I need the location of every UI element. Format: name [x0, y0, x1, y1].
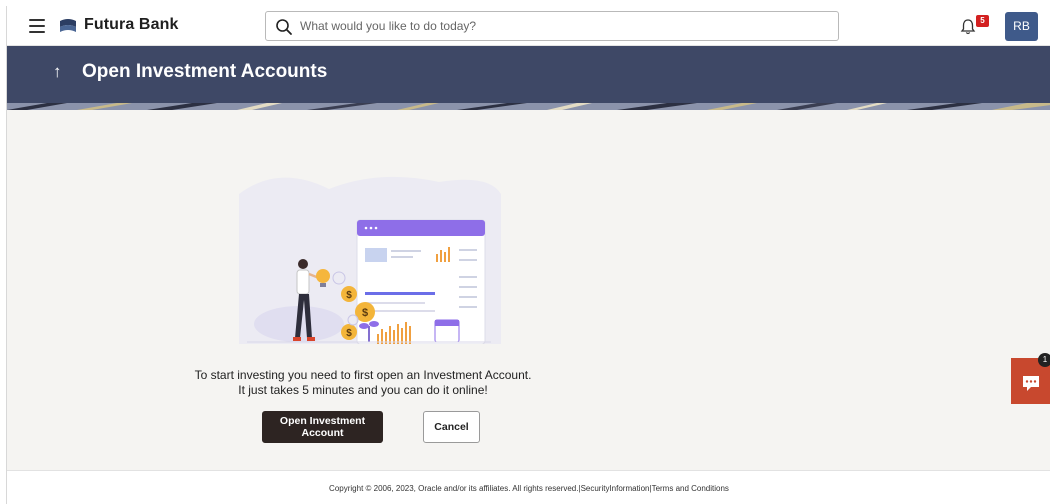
- footer: Copyright © 2006, 2023, Oracle and/or it…: [7, 470, 1050, 504]
- brand-name[interactable]: Futura Bank: [84, 16, 178, 34]
- hamburger-menu-icon[interactable]: [29, 19, 45, 33]
- svg-text:$: $: [346, 328, 352, 339]
- copyright-text: Copyright © 2006, 2023, Oracle and/or it…: [329, 484, 581, 493]
- info-message: To start investing you need to first ope…: [167, 368, 559, 398]
- info-message-line-2: It just takes 5 minutes and you can do i…: [238, 383, 488, 397]
- chat-badge: 1: [1038, 353, 1050, 367]
- svg-text:$: $: [346, 290, 352, 301]
- info-message-line-1: To start investing you need to first ope…: [194, 368, 532, 382]
- open-investment-account-button[interactable]: Open Investment Account: [262, 411, 383, 443]
- cancel-button[interactable]: Cancel: [423, 411, 480, 443]
- search-input[interactable]: [300, 16, 820, 36]
- page-header: ↑ Open Investment Accounts: [7, 46, 1050, 110]
- investment-illustration: $ $ $: [239, 176, 501, 344]
- page-title: Open Investment Accounts: [82, 61, 328, 82]
- user-avatar[interactable]: RB: [1005, 12, 1038, 41]
- terms-and-conditions-link[interactable]: Terms and Conditions: [652, 484, 729, 493]
- notification-badge: 5: [976, 15, 989, 27]
- app-frame: Futura Bank 5 RB ↑ Open Investment Accou…: [6, 6, 1050, 504]
- security-information-link[interactable]: SecurityInformation: [581, 484, 650, 493]
- svg-text:$: $: [362, 307, 368, 319]
- back-arrow-icon[interactable]: ↑: [53, 62, 62, 82]
- top-bar: Futura Bank 5 RB: [7, 6, 1050, 46]
- search-icon: [276, 19, 292, 35]
- footer-text: Copyright © 2006, 2023, Oracle and/or it…: [7, 484, 1050, 493]
- bank-logo-icon: [60, 19, 76, 32]
- bell-icon[interactable]: [960, 18, 976, 35]
- header-pattern: [7, 103, 1050, 110]
- search-box[interactable]: [265, 11, 839, 41]
